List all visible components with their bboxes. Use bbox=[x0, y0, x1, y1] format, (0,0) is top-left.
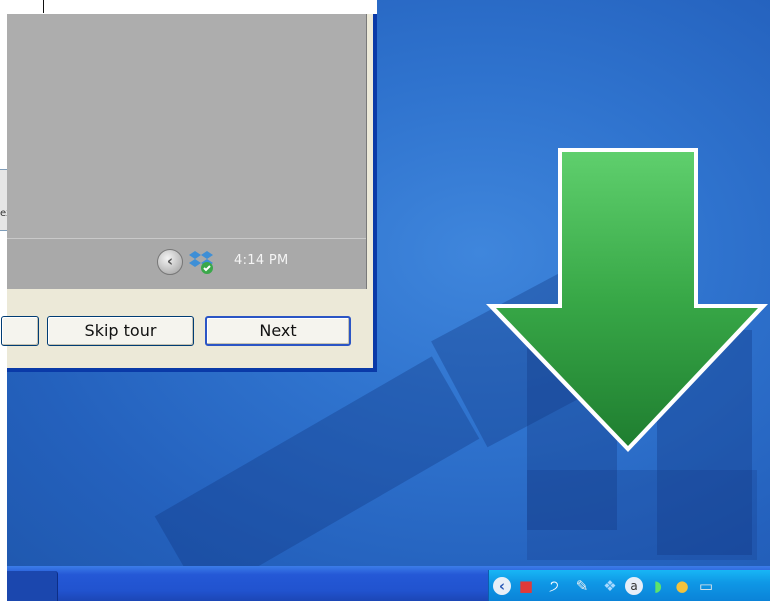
taskbar-button[interactable] bbox=[7, 571, 58, 601]
cursor-line bbox=[43, 0, 44, 13]
security-icon[interactable]: ● bbox=[673, 577, 691, 595]
system-tray: ‹ ■ ੭ ✎ ❖ a ◗ ● ▭ bbox=[488, 570, 770, 601]
taskbar: ‹ ■ ੭ ✎ ❖ a ◗ ● ▭ bbox=[7, 566, 770, 601]
dropbox-icon[interactable]: ❖ bbox=[601, 577, 619, 595]
side-window-fragment: ex bbox=[0, 169, 7, 231]
back-chevron-icon[interactable]: ‹ bbox=[493, 577, 511, 595]
wallpaper-shape bbox=[154, 356, 480, 599]
tour-window: ‹ 4:14 PM Skip tour Next bbox=[1, 14, 377, 372]
wifi-icon[interactable]: ◗ bbox=[649, 577, 667, 595]
preview-clock: 4:14 PM bbox=[234, 253, 289, 268]
tour-preview-image: ‹ 4:14 PM bbox=[7, 14, 367, 289]
chevron-left-icon: ‹ bbox=[157, 249, 183, 275]
down-arrow-icon bbox=[486, 148, 768, 452]
left-edge bbox=[0, 0, 7, 601]
top-white-area bbox=[0, 0, 377, 14]
display-icon[interactable]: ▭ bbox=[697, 577, 715, 595]
side-fragment-text: ex bbox=[0, 208, 7, 219]
network-alert-icon[interactable]: ■ bbox=[517, 577, 535, 595]
skip-tour-button[interactable]: Skip tour bbox=[47, 316, 194, 346]
preview-tray: ‹ 4:14 PM bbox=[7, 238, 366, 289]
pen-icon[interactable]: ✎ bbox=[573, 577, 591, 595]
audio-icon[interactable]: ੭ bbox=[545, 577, 563, 595]
dropbox-icon bbox=[189, 251, 213, 274]
a-icon[interactable]: a bbox=[625, 577, 643, 595]
wallpaper-shape bbox=[527, 470, 757, 560]
previous-button[interactable] bbox=[1, 316, 39, 346]
next-button[interactable]: Next bbox=[205, 316, 351, 346]
